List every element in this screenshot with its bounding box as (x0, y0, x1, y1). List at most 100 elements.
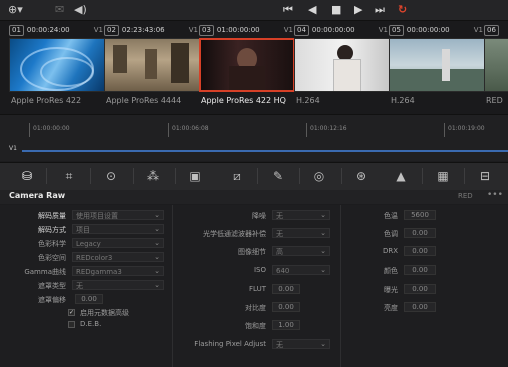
dropdown-value: 高 (276, 248, 283, 256)
play-button[interactable]: ▶ (354, 3, 362, 17)
qualifier-eyedropper-icon[interactable]: ✎ (263, 167, 293, 185)
mask-offset-label: 遮罩偏移 (38, 296, 66, 304)
divider (422, 168, 423, 184)
color-temp-field[interactable]: 5600 (404, 210, 436, 220)
chevron-down-icon: ⌄ (320, 340, 326, 348)
go-to-last-button[interactable]: ⏭ (375, 3, 385, 17)
clip-timecode: 01:00:00:00 (216, 26, 260, 34)
camera-brand-label: RED (458, 192, 473, 200)
clip-codec: Apple ProRes 4444 (106, 96, 182, 105)
clip-timecode: 00:00:00:00 (311, 26, 355, 34)
ruler-tick (29, 123, 30, 137)
brightness-label: 亮度 (384, 304, 398, 312)
clip-thumbnail[interactable]: 02 02:23:43:06 V1 Apple ProRes 4444 (104, 24, 200, 112)
divider (46, 168, 47, 184)
color-field[interactable]: 0.00 (404, 265, 436, 275)
track-label: V1 (9, 145, 17, 152)
sizing-icon[interactable]: ⊟ (470, 167, 500, 185)
clip-strip: 01 00:00:24:00 V1 Apple ProRes 422 02 02:23… (0, 21, 508, 114)
volume-icon[interactable]: ◀) (74, 3, 87, 17)
color-match-icon[interactable]: ⌗ (54, 167, 84, 185)
more-options-button[interactable]: ••• (487, 190, 503, 200)
drx-label: DRX (382, 247, 398, 255)
divider (90, 168, 91, 184)
tracker-icon[interactable]: ⊛ (346, 167, 376, 185)
curves-icon[interactable]: ⧄ (222, 167, 252, 185)
denoise-dropdown[interactable]: 无 ⌄ (272, 210, 330, 220)
gamma-dropdown[interactable]: REDgamma3 ⌄ (72, 266, 164, 276)
tint-label: 色调 (384, 230, 398, 238)
clip-thumbnail[interactable]: 05 00:00:00:00 V1 H.264 (389, 24, 485, 112)
track-clip-bar[interactable] (22, 150, 508, 152)
drx-field[interactable]: 0.00 (404, 246, 436, 256)
divider (464, 168, 465, 184)
olpf-dropdown[interactable]: 无 ⌄ (272, 228, 330, 238)
dropdown-value: 无 (76, 282, 83, 290)
chevron-down-icon: ⌄ (320, 229, 326, 237)
color-science-dropdown[interactable]: Legacy ⌄ (72, 238, 164, 248)
mask-type-dropdown[interactable]: 无 ⌄ (72, 280, 164, 290)
metadata-checkbox[interactable]: ✓ (68, 309, 75, 316)
decode-using-dropdown[interactable]: 项目 ⌄ (72, 224, 164, 234)
camera-raw-icon[interactable]: ⛁ (12, 167, 42, 185)
dropdown-value: 使用项目设置 (76, 212, 118, 220)
dropdown-value: 640 (276, 267, 290, 275)
chevron-down-icon: ⌄ (154, 267, 160, 275)
stop-button[interactable]: ■ (331, 3, 341, 17)
clip-number: 04 (294, 25, 309, 36)
rgb-mixer-icon[interactable]: ⁂ (138, 167, 168, 185)
contrast-field[interactable]: 0.00 (272, 302, 300, 312)
dropdown-value: REDcolor3 (76, 254, 113, 262)
exposure-label: 曝光 (384, 286, 398, 294)
color-wheels-icon[interactable]: ⊙ (96, 167, 126, 185)
exposure-field[interactable]: 0.00 (404, 284, 436, 294)
mask-offset-field[interactable]: 0.00 (75, 294, 103, 304)
transport-bar: ⊕▾ ✉ ◀) ⏮ ◀ ■ ▶ ⏭ ↻ (0, 0, 508, 21)
image-detail-dropdown[interactable]: 高 ⌄ (272, 246, 330, 256)
window-icon[interactable]: ◎ (304, 167, 334, 185)
ruler-tick (168, 123, 169, 137)
saturation-field[interactable]: 1.00 (272, 320, 300, 330)
decode-quality-dropdown[interactable]: 使用项目设置 ⌄ (72, 210, 164, 220)
tint-field[interactable]: 0.00 (404, 228, 436, 238)
flut-label: FLUT (249, 285, 266, 293)
clip-thumbnail[interactable]: 04 00:00:00:00 V1 H.264 (294, 24, 390, 112)
dropdown-value: 项目 (76, 226, 90, 234)
divider (341, 168, 342, 184)
iso-label: ISO (253, 266, 266, 274)
clip-codec: Apple ProRes 422 HQ (201, 96, 286, 105)
chevron-down-icon: ⌄ (320, 266, 326, 274)
clip-image (294, 38, 390, 92)
clip-timecode: 00:00:24:00 (26, 26, 70, 34)
deb-checkbox[interactable] (68, 321, 75, 328)
key-icon[interactable]: ▦ (428, 167, 458, 185)
ruler-timecode: 01:00:19:00 (448, 125, 485, 132)
clip-thumbnail[interactable]: 01 00:00:24:00 V1 Apple ProRes 422 (9, 24, 105, 112)
color-science-label: 色彩科学 (38, 240, 66, 248)
clip-thumbnail[interactable]: 06 RED (484, 24, 508, 112)
divider (133, 168, 134, 184)
viewer-options-icon[interactable]: ⊕▾ (8, 3, 23, 17)
denoise-label: 降噪 (252, 212, 266, 220)
clip-track: V1 (283, 26, 293, 34)
go-to-first-button[interactable]: ⏮ (283, 3, 293, 17)
panel-header (0, 190, 508, 204)
loop-button[interactable]: ↻ (398, 3, 407, 17)
deb-checkbox-label: D.E.B. (80, 320, 102, 328)
blur-icon[interactable]: ▲ (386, 167, 416, 185)
iso-dropdown[interactable]: 640 ⌄ (272, 265, 330, 275)
motion-effects-icon[interactable]: ▣ (180, 167, 210, 185)
clip-image (389, 38, 485, 92)
divider (299, 168, 300, 184)
flashing-pixel-dropdown[interactable]: 无 ⌄ (272, 339, 330, 349)
color-space-dropdown[interactable]: REDcolor3 ⌄ (72, 252, 164, 262)
brightness-field[interactable]: 0.00 (404, 302, 436, 312)
reverse-play-button[interactable]: ◀ (308, 3, 316, 17)
image-detail-label: 图像细节 (238, 248, 266, 256)
timeline-ruler[interactable]: 01:00:00:00 01:00:06:08 01:00:12:16 01:0… (0, 114, 508, 161)
olpf-label: 光学低通滤波器补偿 (203, 230, 266, 238)
clip-codec: H.264 (296, 96, 320, 105)
chevron-down-icon: ⌄ (320, 247, 326, 255)
flut-field[interactable]: 0.00 (272, 284, 300, 294)
clip-thumbnail-selected[interactable]: 03 01:00:00:00 V1 Apple ProRes 422 HQ (199, 24, 295, 112)
